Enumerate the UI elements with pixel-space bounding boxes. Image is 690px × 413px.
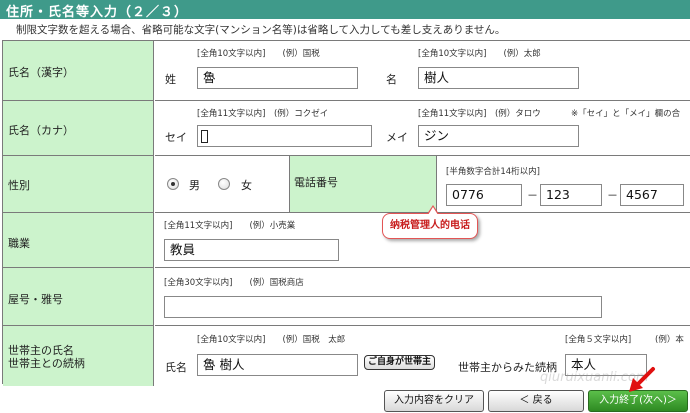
household-relation-label: 世帯主との続柄: [8, 357, 85, 370]
name-kanji-sei-hint: [全角10文字以内] (例）国税: [197, 49, 320, 59]
input-form: 氏名（漢字） [全角10文字以内] (例）国税 [全角10文字以内] (例）太郎…: [2, 40, 690, 386]
name-kanji-sei-input[interactable]: 魯: [197, 67, 358, 89]
name-kanji-label-cell: 氏名（漢字）: [3, 41, 154, 101]
sei-label: 姓: [165, 73, 176, 86]
mei-kana-label: メイ: [386, 131, 408, 144]
phone-part1-input[interactable]: 0776: [446, 184, 522, 206]
phone-dash-2: －: [607, 189, 618, 202]
household-name-hint: [全角10文字以内] (例）国税 太郎: [197, 335, 346, 345]
household-label-cell: 世帯主の氏名 世帯主との続柄: [3, 326, 154, 386]
name-kanji-mei-hint: [全角10文字以内] (例）太郎: [418, 49, 541, 59]
page-header: 住所・氏名等入力（２／３）: [0, 0, 690, 20]
red-arrow-icon: [629, 367, 655, 392]
occupation-label-cell: 職業: [3, 213, 154, 268]
name-kanji-mei-input[interactable]: 樹人: [418, 67, 579, 89]
name-kana-note: ※「セイ」と「メイ」欄の合: [571, 109, 681, 119]
clear-button[interactable]: 入力内容をクリア: [384, 390, 484, 412]
name-kana-label-cell: 氏名（カナ）: [3, 101, 154, 156]
name-kana-label: 氏名（カナ）: [8, 124, 74, 137]
shop-name-cell: [全角30文字以内] (例）国税商店: [155, 268, 690, 326]
occupation-hint: [全角11文字以内] (例）小売業: [164, 221, 296, 231]
occupation-label: 職業: [8, 237, 30, 250]
name-kana-sei-input[interactable]: [197, 125, 372, 147]
name-kana-mei-hint: [全角11文字以内] (例）タロウ: [418, 109, 541, 119]
gender-label-cell: 性別: [3, 156, 154, 213]
mei-label: 名: [386, 73, 397, 86]
name-kana-sei-hint: [全角11文字以内] (例）コクゼイ: [197, 109, 329, 119]
household-rel-hint: [全角５文字以内]: [565, 335, 632, 345]
gender-male-label: 男: [189, 179, 200, 192]
gender-male-radio[interactable]: [167, 178, 179, 190]
name-kana-cell: [全角11文字以内] (例）コクゼイ [全角11文字以内] (例）タロウ ※「セ…: [155, 101, 690, 156]
shop-name-label: 屋号・雅号: [8, 293, 63, 306]
phone-dash-1: －: [527, 189, 538, 202]
phone-callout: 纳税管理人的电话: [382, 205, 478, 239]
phone-part2-input[interactable]: 123: [540, 184, 602, 206]
text-cursor: [201, 130, 208, 143]
page-title: 住所・氏名等入力（２／３）: [6, 5, 189, 20]
shop-name-label-cell: 屋号・雅号: [3, 268, 154, 326]
phone-part3-input[interactable]: 4567: [620, 184, 684, 206]
gender-label: 性別: [8, 179, 30, 192]
household-name-field-label: 氏名: [165, 361, 187, 374]
self-household-button[interactable]: ご自身が世帯主: [364, 355, 436, 370]
household-rel-example: (例）本: [655, 335, 684, 345]
occupation-input[interactable]: 教員: [164, 239, 339, 261]
phone-hint: [半角数字合計14桁以内]: [446, 167, 540, 177]
shop-name-input[interactable]: [164, 296, 602, 318]
sei-kana-label: セイ: [165, 131, 187, 144]
gender-female-label: 女: [241, 179, 252, 192]
household-name-input[interactable]: 魯 樹人: [197, 354, 358, 376]
back-button[interactable]: ＜ 戻る: [488, 390, 584, 412]
name-kanji-label: 氏名（漢字）: [8, 66, 74, 79]
phone-label: 電話番号: [294, 176, 338, 189]
name-kanji-cell: [全角10文字以内] (例）国税 [全角10文字以内] (例）太郎 姓 魯 名 …: [155, 41, 690, 101]
phone-label-cell: 電話番号: [289, 156, 437, 213]
shop-name-hint: [全角30文字以内] (例）国税商店: [164, 278, 304, 288]
name-kana-mei-input[interactable]: ジン: [418, 125, 579, 147]
notice-text: 制限文字数を超える場合、省略可能な文字(マンション名等)は省略して入力しても差し…: [16, 24, 506, 36]
gender-female-radio[interactable]: [218, 178, 230, 190]
